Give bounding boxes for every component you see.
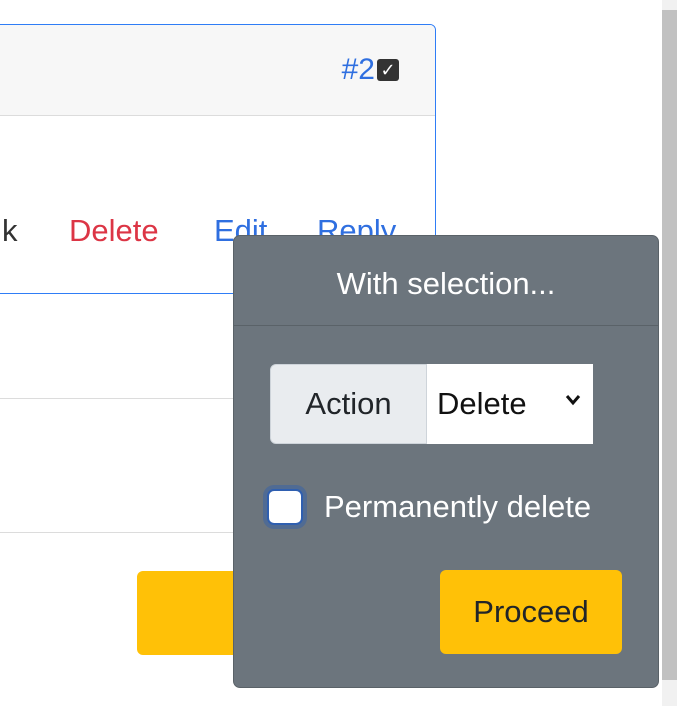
selection-popover: With selection... Action Delete Permanen…	[233, 235, 659, 688]
popover-title: With selection...	[336, 266, 556, 301]
action-input-group: Action Delete	[270, 364, 593, 444]
action-link-partial[interactable]: k	[2, 213, 18, 249]
action-label: Action	[270, 364, 427, 444]
delete-link[interactable]: Delete	[69, 213, 159, 249]
comment-number-link[interactable]: #2	[342, 53, 375, 87]
comment-card-header: #2 ✓	[0, 25, 435, 116]
action-select-value: Delete	[437, 386, 527, 421]
popover-header: With selection...	[234, 236, 658, 326]
proceed-button[interactable]: Proceed	[440, 570, 622, 654]
permanently-delete-row: Permanently delete	[267, 487, 647, 531]
permanently-delete-label[interactable]: Permanently delete	[324, 489, 591, 525]
chevron-down-icon	[565, 386, 581, 412]
permanently-delete-checkbox[interactable]	[267, 489, 303, 525]
scrollbar-thumb[interactable]	[662, 10, 677, 680]
checked-checkbox-icon[interactable]: ✓	[377, 59, 399, 81]
action-select[interactable]: Delete	[427, 364, 593, 444]
